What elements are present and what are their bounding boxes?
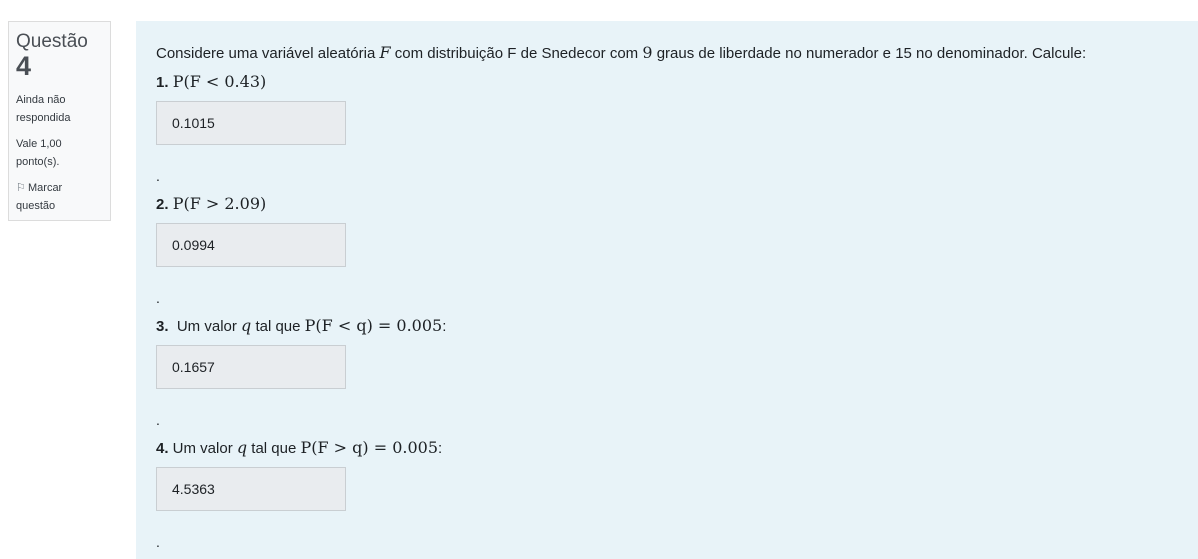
subquestion-math: P(F > q) = 0.005 [300,438,439,457]
subquestion-text: Um valor [168,318,242,335]
question-info-panel: Questão 4 Ainda não respondida Vale 1,00… [8,21,111,221]
math-9: 9 [642,43,653,62]
answer-field-1[interactable]: 0.1015 [156,101,346,145]
question-text-part: graus de liberdade no numerador e 15 no … [652,45,1087,62]
subquestion-number: 3. [156,318,169,335]
subquestion-suffix: : [442,318,447,335]
question-text-part: Considere uma variável aleatória [156,45,380,62]
subquestion-1: 1. P(F < 0.43) [156,72,266,91]
subquestion-math: P(F < 0.43) [172,72,267,91]
answer-field-4[interactable]: 4.5363 [156,467,346,511]
question-content: Considere uma variável aleatória F com d… [136,21,1198,559]
question-status: Ainda não respondida [16,94,71,124]
math-variable: F [379,43,390,62]
question-points: Vale 1,00 ponto(s). [16,138,62,168]
subquestion-3: 3. Um valor q tal que P(F < q) = 0.005: [156,316,446,335]
subquestion-text: Um valor [168,440,237,457]
question-text: Considere uma variável aleatória F com d… [156,43,1086,62]
flag-question-link[interactable]: ⚐ Marcar questão [16,179,103,215]
subquestion-number: 4. [156,440,169,457]
math-F: F [379,43,391,62]
subquestion-number: 2. [156,196,169,213]
subquestion-math: P(F > 2.09) [172,194,267,213]
answer-field-2[interactable]: 0.0994 [156,223,346,267]
flag-icon: ⚐ [16,182,26,194]
question-label: Questão [16,31,88,52]
math-q: q [241,316,252,335]
separator-dot: . [156,534,160,550]
subquestion-math: P(F < q) = 0.005 [304,316,443,335]
question-number: 4 [16,51,32,81]
separator-dot: . [156,412,160,428]
subquestion-4: 4. Um valor q tal que P(F > q) = 0.005: [156,438,442,457]
separator-dot: . [156,290,160,306]
separator-dot: . [156,168,160,184]
subquestion-number: 1. [156,74,169,91]
subquestion-2: 2. P(F > 2.09) [156,194,266,213]
math-q: q [236,438,248,457]
subquestion-text: tal que [247,440,301,457]
answer-field-3[interactable]: 0.1657 [156,345,346,389]
subquestion-suffix: : [438,440,443,457]
question-text-part: com distribuição F de Snedecor com [390,45,643,62]
subquestion-text: tal que [251,318,305,335]
